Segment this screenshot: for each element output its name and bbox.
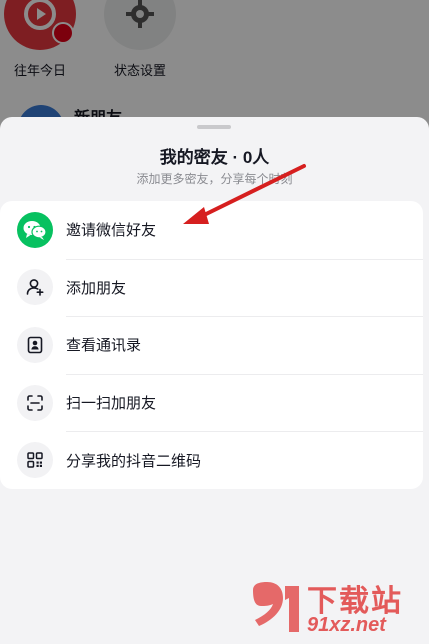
screen: 往年今日 状态设置 新朋友 我的密友 · 0人 添加更多密友， xyxy=(0,0,429,644)
menu-item-label: 邀请微信好友 xyxy=(66,222,157,240)
menu-card: 邀请微信好友 添加朋友 查看通讯录 扫一扫加朋友 分享我的抖音二维码 xyxy=(0,201,423,489)
invite-wechat-friends-item[interactable]: 邀请微信好友 xyxy=(0,201,423,259)
sheet-title: 我的密友 · 0人 xyxy=(159,148,270,167)
add-user-icon xyxy=(17,269,53,306)
wechat-icon xyxy=(17,211,53,248)
scan-icon xyxy=(17,384,53,421)
qr-code-icon xyxy=(17,442,53,479)
drag-handle[interactable] xyxy=(197,125,231,129)
sheet-subtitle: 添加更多密友，分享每个时刻 xyxy=(136,172,293,186)
scan-add-friend-item[interactable]: 扫一扫加朋友 xyxy=(0,373,423,432)
contacts-icon xyxy=(17,326,53,363)
close-friends-sheet: 我的密友 · 0人 添加更多密友，分享每个时刻 邀请微信好友 添加朋友 查看通讯… xyxy=(0,117,429,644)
site-watermark: 下载站 91xz.net xyxy=(245,576,423,640)
view-contacts-item[interactable]: 查看通讯录 xyxy=(0,316,423,374)
menu-item-label: 添加朋友 xyxy=(66,279,127,297)
menu-item-label: 查看通讯录 xyxy=(66,337,142,355)
watermark-url: 91xz.net xyxy=(307,614,386,636)
share-qr-code-item[interactable]: 分享我的抖音二维码 xyxy=(0,431,423,489)
menu-item-label: 分享我的抖音二维码 xyxy=(66,452,202,470)
watermark-logo-icon xyxy=(253,582,299,632)
add-friend-item[interactable]: 添加朋友 xyxy=(0,258,423,317)
menu-item-label: 扫一扫加朋友 xyxy=(66,395,157,413)
